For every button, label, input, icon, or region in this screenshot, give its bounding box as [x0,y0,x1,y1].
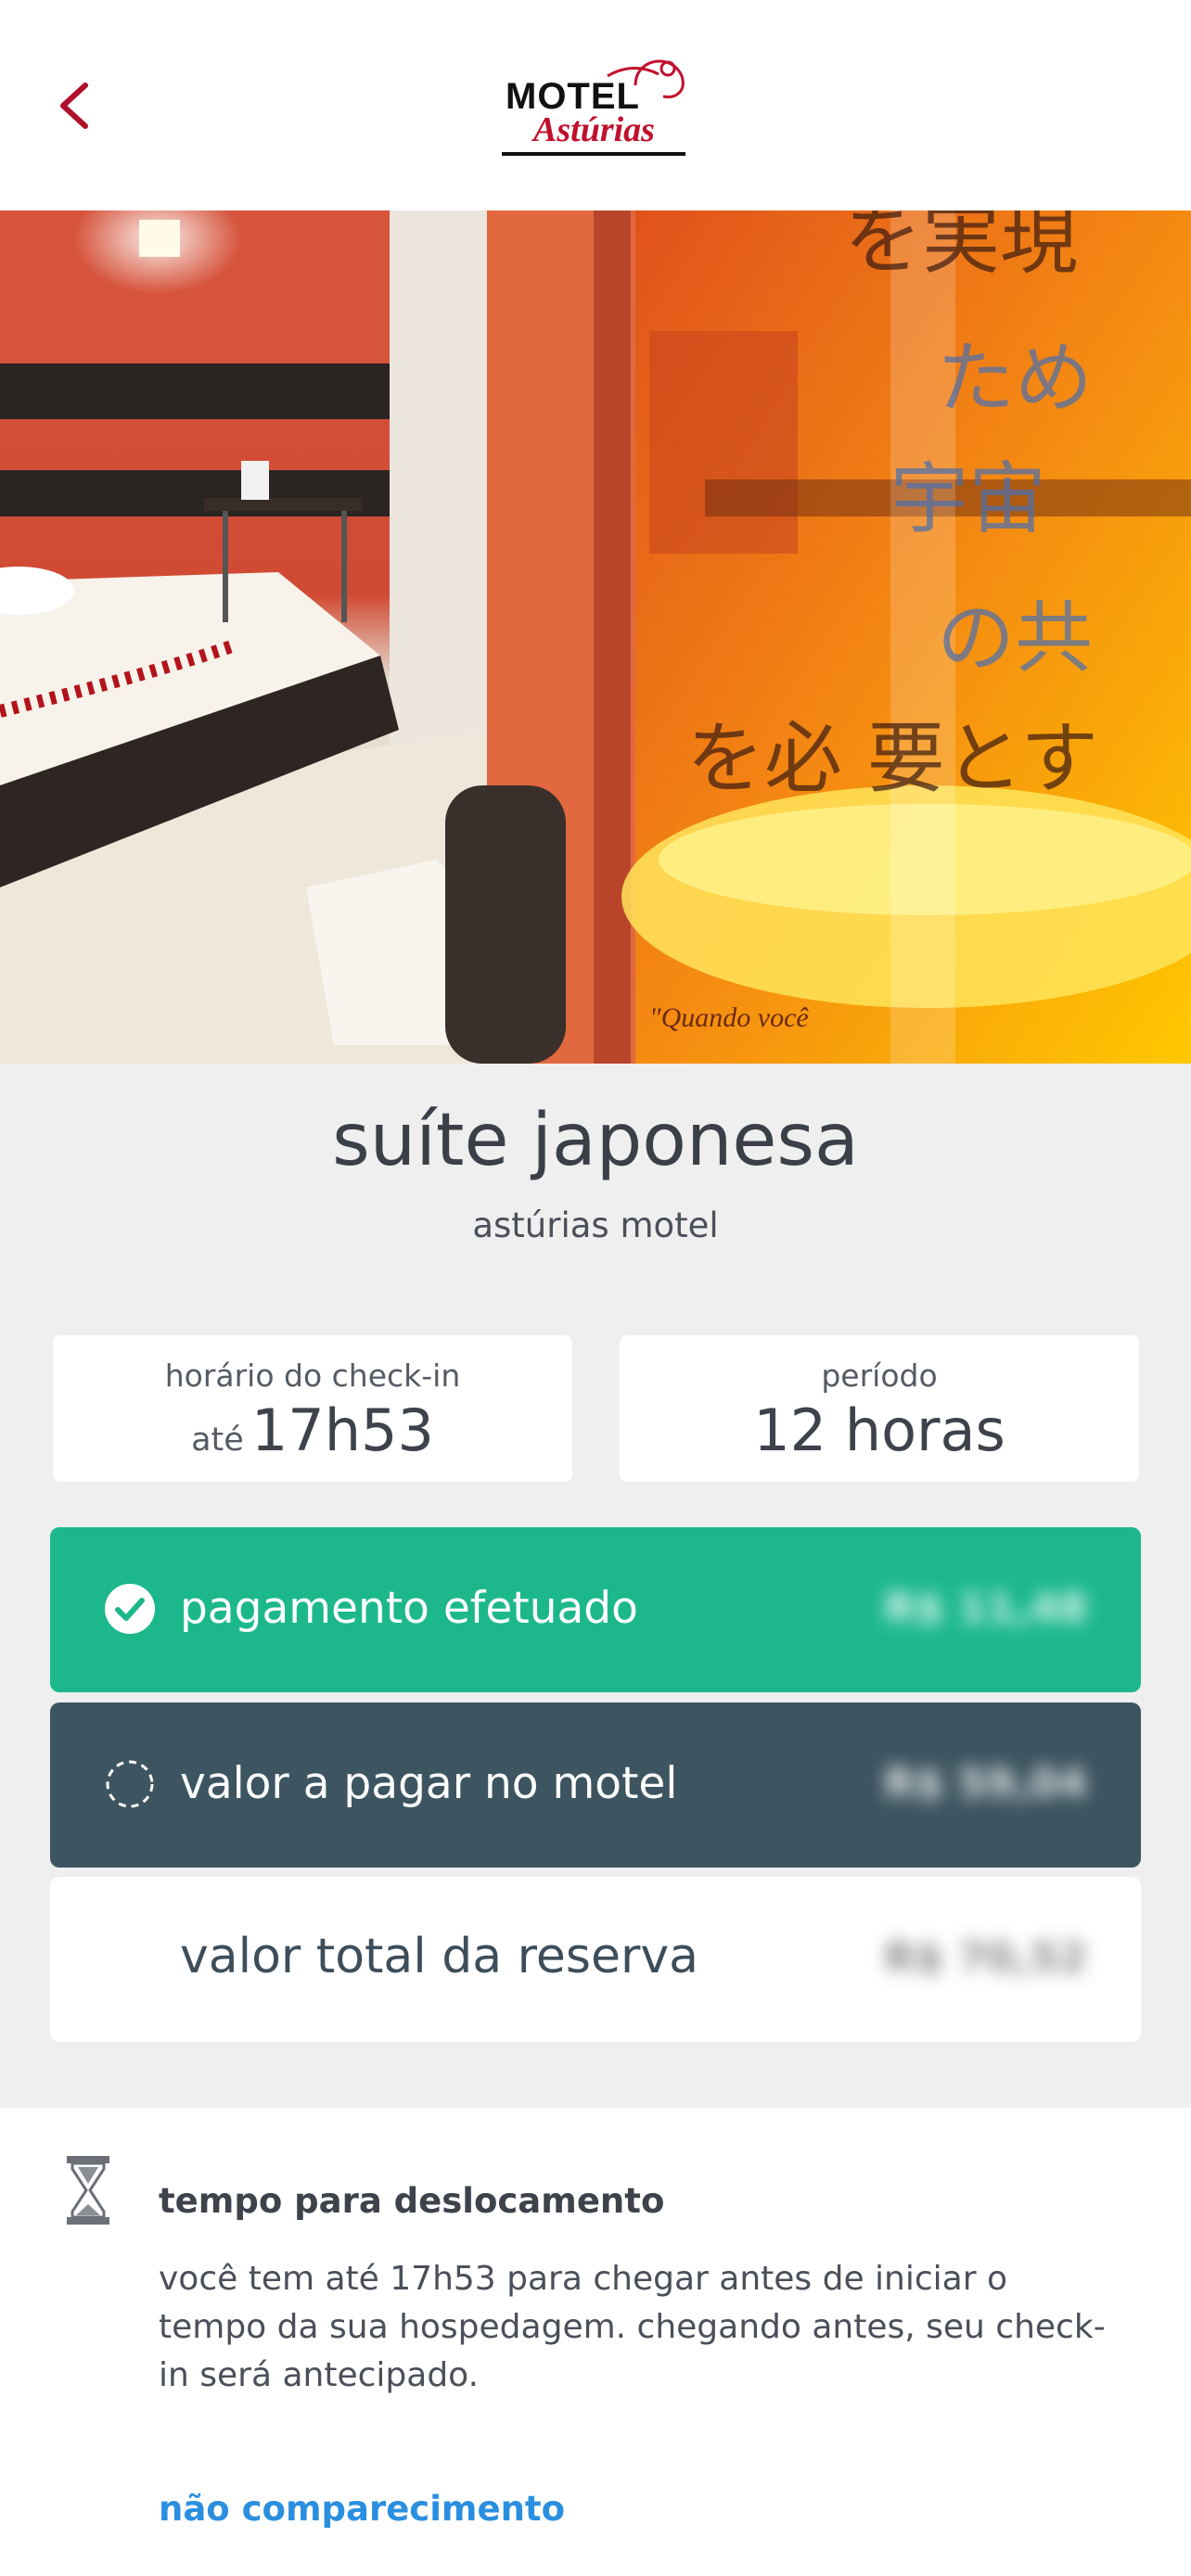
amount-due-amount: R$ 59,04 [884,1760,1087,1807]
travel-time-text: você tem até 17h53 para chegar antes de … [159,2260,1106,2394]
amount-due-row: valor a pagar no motel R$ 59,04 [50,1702,1141,1868]
suite-title: suíte japonesa [332,1099,859,1182]
reservation-total-amount: R$ 70,52 [884,1934,1087,1982]
svg-text:を必 要とす: を必 要とす [686,713,1098,804]
app-header: MOTEL Astúrias [0,0,1191,210]
hourglass-icon [67,2156,109,2225]
svg-text:宇宙: 宇宙 [890,453,1046,544]
logo-script: Astúrias [533,110,655,149]
check-circle-icon [105,1584,155,1634]
svg-text:"Quando você: "Quando você [649,1002,809,1033]
reservation-total-label: valor total da reserva [180,1929,698,1984]
svg-text:ため: ため [937,333,1093,424]
payment-done-amount: R$ 11,48 [884,1585,1087,1632]
checkin-time: 17h53 [250,1396,434,1464]
period-value: 12 horas [753,1396,1005,1464]
checkin-prefix: até [191,1422,244,1459]
logo-underline [502,152,685,156]
period-card: período 12 horas [620,1335,1139,1482]
chevron-left-icon [60,83,88,129]
amount-due-label: valor a pagar no motel [180,1758,678,1809]
svg-text:の共: の共 [937,593,1093,683]
motel-logo: MOTEL Astúrias [496,48,695,163]
payment-done-label: pagamento efetuado [180,1583,638,1634]
dashed-circle-icon [106,1760,154,1808]
checkin-card: horário do check-in até 17h53 [53,1335,572,1482]
period-label: período [821,1358,938,1394]
back-button[interactable] [48,72,104,139]
checkin-label: horário do check-in [164,1358,461,1394]
reservation-total-row: valor total da reserva R$ 70,52 [50,1877,1141,2042]
travel-time-title: tempo para deslocamento [159,2181,665,2221]
no-show-link[interactable]: não comparecimento [159,2489,565,2529]
motel-name: astúrias motel [472,1205,719,1245]
svg-text:を実現: を実現 [844,210,1078,285]
payment-done-row: pagamento efetuado R$ 11,48 [50,1527,1141,1692]
suite-photo: を実現 ため 宇宙 の共 を必 要とす "Quando você [0,210,1191,1064]
